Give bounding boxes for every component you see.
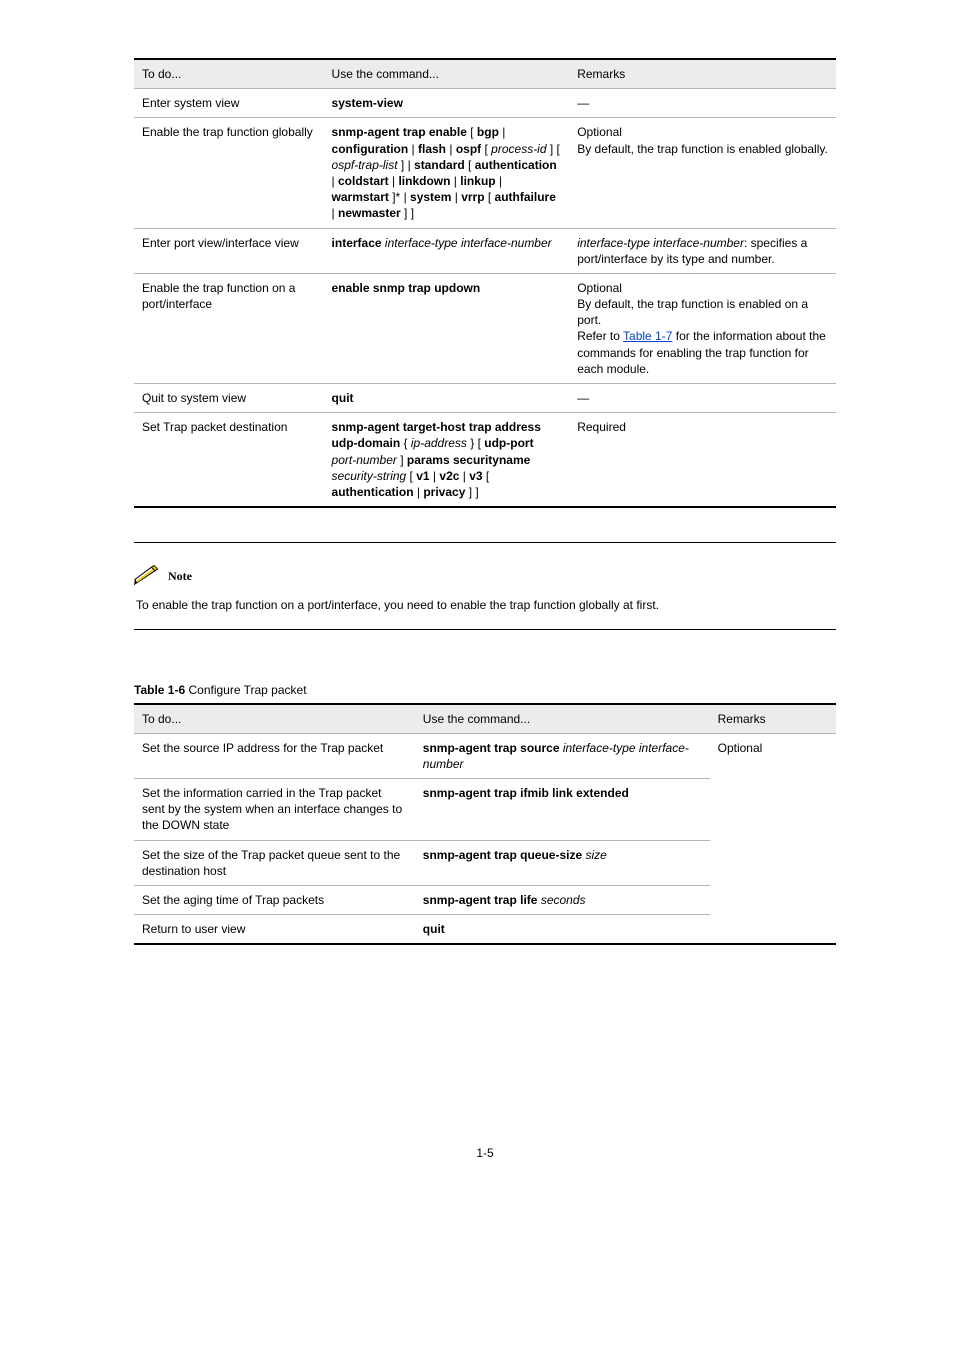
- table-row: Quit to system viewquit—: [134, 384, 836, 413]
- cell-command: enable snmp trap updown: [324, 273, 570, 383]
- col-header-command: Use the command...: [415, 704, 710, 734]
- note-header: Note: [134, 565, 836, 587]
- table-row: Enable the trap function globallysnmp-ag…: [134, 118, 836, 228]
- cell-remarks: interface-type interface-number: specifi…: [569, 228, 836, 273]
- table-row: Enter port view/interface viewinterface …: [134, 228, 836, 273]
- cell-command: snmp-agent trap enable [ bgp | configura…: [324, 118, 570, 228]
- cell-todo: Set the information carried in the Trap …: [134, 779, 415, 841]
- table-row: Enable the trap function on a port/inter…: [134, 273, 836, 383]
- table-row-header: To do... Use the command... Remarks: [134, 704, 836, 734]
- cell-command: snmp-agent trap queue-size size: [415, 840, 710, 885]
- table-row: Set the source IP address for the Trap p…: [134, 733, 836, 778]
- cell-remarks: —: [569, 384, 836, 413]
- cell-command: interface interface-type interface-numbe…: [324, 228, 570, 273]
- cell-remarks: OptionalBy default, the trap function is…: [569, 118, 836, 228]
- cell-todo: Set the size of the Trap packet queue se…: [134, 840, 415, 885]
- cell-todo: Return to user view: [134, 915, 415, 945]
- table-row-header: To do... Use the command... Remarks: [134, 59, 836, 89]
- cell-command: quit: [415, 915, 710, 945]
- cell-command: quit: [324, 384, 570, 413]
- cell-todo: Set Trap packet destination: [134, 413, 324, 507]
- cell-command: snmp-agent trap source interface-type in…: [415, 733, 710, 778]
- note-block: Note To enable the trap function on a po…: [134, 542, 836, 630]
- col-header-remarks: Remarks: [569, 59, 836, 89]
- cell-remarks: OptionalBy default, the trap function is…: [569, 273, 836, 383]
- page-number: 1-5: [134, 1145, 836, 1161]
- col-header-todo: To do...: [134, 59, 324, 89]
- table-configure-trap-packet: To do... Use the command... Remarks Set …: [134, 703, 836, 946]
- cell-command: snmp-agent trap life seconds: [415, 886, 710, 915]
- page: To do... Use the command... Remarks Ente…: [0, 0, 954, 1350]
- table2-caption-number: Table 1-6: [134, 683, 185, 697]
- cell-remarks: Required: [569, 413, 836, 507]
- note-text: To enable the trap function on a port/in…: [136, 597, 836, 613]
- cell-remarks: —: [569, 89, 836, 118]
- cell-todo: Quit to system view: [134, 384, 324, 413]
- note-icon: [134, 565, 162, 587]
- cell-command: snmp-agent target-host trap address udp-…: [324, 413, 570, 507]
- cell-todo: Set the source IP address for the Trap p…: [134, 733, 415, 778]
- cell-todo: Enter port view/interface view: [134, 228, 324, 273]
- col-header-command: Use the command...: [324, 59, 570, 89]
- cell-command: snmp-agent trap ifmib link extended: [415, 779, 710, 841]
- link-table-ref[interactable]: Table 1-7: [623, 329, 672, 343]
- col-header-todo: To do...: [134, 704, 415, 734]
- col-header-remarks: Remarks: [710, 704, 836, 734]
- cell-todo: Enable the trap function on a port/inter…: [134, 273, 324, 383]
- table2-caption: Table 1-6 Configure Trap packet: [134, 682, 836, 698]
- cell-command: system-view: [324, 89, 570, 118]
- table-row: Enter system viewsystem-view—: [134, 89, 836, 118]
- table2-caption-text: Configure Trap packet: [185, 683, 306, 697]
- note-label: Note: [168, 568, 192, 584]
- cell-todo: Enable the trap function globally: [134, 118, 324, 228]
- cell-remarks: Optional: [710, 733, 836, 944]
- table-commands-trap: To do... Use the command... Remarks Ente…: [134, 58, 836, 508]
- table-row: Set Trap packet destinationsnmp-agent ta…: [134, 413, 836, 507]
- cell-todo: Set the aging time of Trap packets: [134, 886, 415, 915]
- cell-todo: Enter system view: [134, 89, 324, 118]
